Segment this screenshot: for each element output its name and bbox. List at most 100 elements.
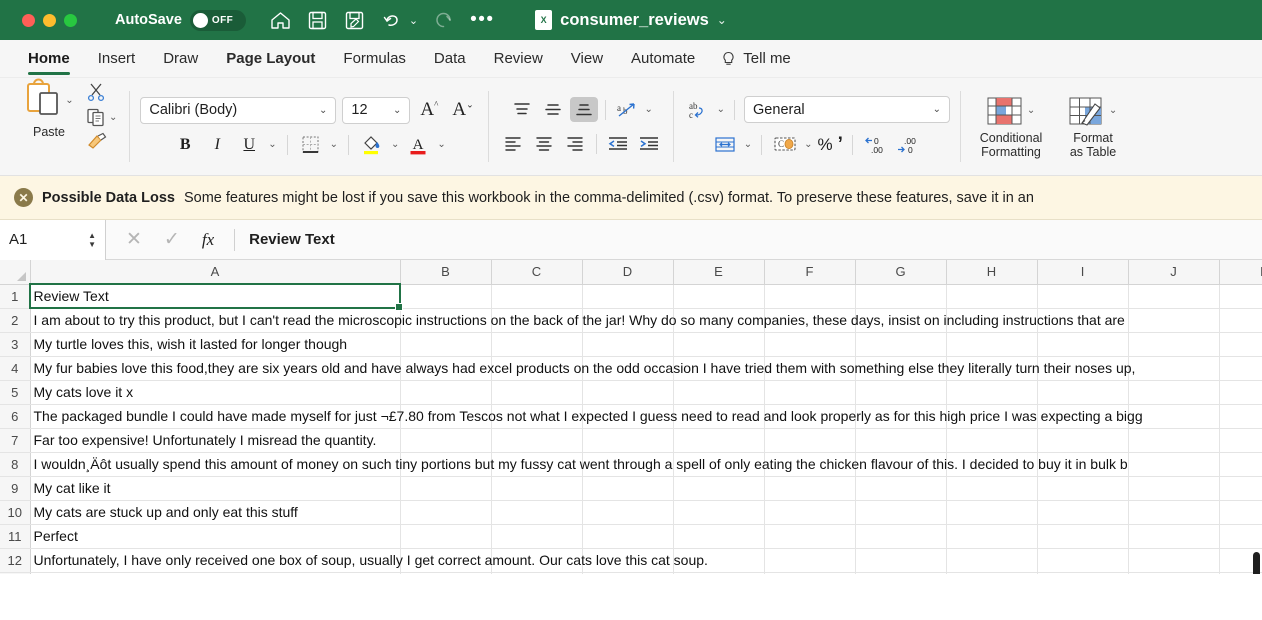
- save-as-icon[interactable]: [344, 9, 366, 31]
- format-painter-button[interactable]: [86, 132, 117, 150]
- more-options-icon[interactable]: •••: [470, 10, 494, 29]
- decrease-indent-button[interactable]: [604, 131, 632, 156]
- row-header-9[interactable]: 9: [0, 476, 31, 501]
- cell-B5[interactable]: [400, 380, 492, 405]
- name-box-spinner-icon[interactable]: ▲ ▼: [88, 231, 96, 248]
- cell-B10[interactable]: [400, 500, 492, 525]
- cell-K11[interactable]: [1219, 524, 1262, 549]
- document-menu-caret-icon[interactable]: ⌄: [717, 13, 727, 27]
- autosave-toggle[interactable]: OFF: [189, 9, 246, 31]
- cut-button[interactable]: [86, 82, 117, 102]
- formula-bar-value[interactable]: Review Text: [235, 231, 335, 248]
- cell-I3[interactable]: [1037, 332, 1129, 357]
- cell-E9[interactable]: [673, 476, 765, 501]
- row-header-10[interactable]: 10: [0, 500, 31, 525]
- column-header-k[interactable]: K: [1219, 260, 1262, 285]
- tell-me-search[interactable]: Tell me: [709, 50, 791, 67]
- align-center-button[interactable]: [530, 131, 558, 156]
- column-header-j[interactable]: J: [1128, 260, 1220, 285]
- cell-J4[interactable]: [1128, 356, 1220, 381]
- save-icon[interactable]: [307, 9, 329, 31]
- tab-page-layout[interactable]: Page Layout: [212, 40, 329, 78]
- cell-H11[interactable]: [946, 524, 1038, 549]
- accounting-format-button[interactable]: C: [771, 132, 799, 157]
- underline-dropdown-caret-icon[interactable]: ⌄: [268, 139, 276, 150]
- cell-H5[interactable]: [946, 380, 1038, 405]
- cell-D11[interactable]: [582, 524, 674, 549]
- align-bottom-button[interactable]: [570, 97, 599, 122]
- cell-J2[interactable]: [1128, 308, 1220, 333]
- underline-button[interactable]: U: [236, 133, 262, 157]
- cell-B1[interactable]: [400, 284, 492, 309]
- column-header-d[interactable]: D: [582, 260, 674, 285]
- paste-button[interactable]: ⌄ Paste: [14, 78, 84, 139]
- cell-A2[interactable]: I am about to try this product, but I ca…: [30, 308, 1125, 333]
- merge-and-center-button[interactable]: [711, 132, 739, 157]
- cell-C10[interactable]: [491, 500, 583, 525]
- cell-K2[interactable]: [1219, 308, 1262, 333]
- close-window-button[interactable]: [22, 13, 35, 27]
- cell-C1[interactable]: [491, 284, 583, 309]
- text-orientation-button[interactable]: a b: [613, 97, 641, 122]
- cell-G3[interactable]: [855, 332, 947, 357]
- tab-review[interactable]: Review: [480, 40, 557, 78]
- cell-C5[interactable]: [491, 380, 583, 405]
- cell-B7[interactable]: [400, 428, 492, 453]
- bold-button[interactable]: B: [172, 133, 198, 157]
- paste-dropdown-caret-icon[interactable]: ⌄: [65, 95, 73, 106]
- row-header-11[interactable]: 11: [0, 524, 31, 549]
- row-header-1[interactable]: 1: [0, 284, 31, 309]
- fill-color-button[interactable]: [359, 133, 385, 157]
- cell-B9[interactable]: [400, 476, 492, 501]
- align-middle-button[interactable]: [539, 97, 567, 122]
- cell-E10[interactable]: [673, 500, 765, 525]
- tab-formulas[interactable]: Formulas: [329, 40, 420, 78]
- cell-B3[interactable]: [400, 332, 492, 357]
- align-top-button[interactable]: [508, 97, 536, 122]
- cell-A5[interactable]: My cats love it x: [30, 380, 401, 405]
- cell-D7[interactable]: [582, 428, 674, 453]
- cell-E5[interactable]: [673, 380, 765, 405]
- cell-D5[interactable]: [582, 380, 674, 405]
- increase-decimal-button[interactable]: .00 0: [895, 132, 923, 157]
- wrap-text-button[interactable]: ab c: [684, 97, 712, 122]
- cell-B11[interactable]: [400, 524, 492, 549]
- tab-draw[interactable]: Draw: [149, 40, 212, 78]
- column-header-g[interactable]: G: [855, 260, 947, 285]
- cell-F1[interactable]: [764, 284, 856, 309]
- cell-K4[interactable]: [1219, 356, 1262, 381]
- cell-I7[interactable]: [1037, 428, 1129, 453]
- fx-icon[interactable]: fx: [202, 230, 214, 250]
- cell-K5[interactable]: [1219, 380, 1262, 405]
- cell-K6[interactable]: [1219, 404, 1262, 429]
- cell-A6[interactable]: The packaged bundle I could have made my…: [30, 404, 1143, 429]
- column-header-c[interactable]: C: [491, 260, 583, 285]
- cell-A1[interactable]: Review Text: [29, 283, 402, 310]
- cell-I1[interactable]: [1037, 284, 1129, 309]
- cell-K10[interactable]: [1219, 500, 1262, 525]
- cell-E3[interactable]: [673, 332, 765, 357]
- minimize-window-button[interactable]: [43, 13, 56, 27]
- column-header-b[interactable]: B: [400, 260, 492, 285]
- fill-color-dropdown-caret-icon[interactable]: ⌄: [391, 139, 399, 150]
- document-name[interactable]: consumer_reviews: [560, 11, 709, 30]
- close-circle-icon[interactable]: ✕: [14, 188, 33, 207]
- cell-I11[interactable]: [1037, 524, 1129, 549]
- cell-D9[interactable]: [582, 476, 674, 501]
- font-name-combobox[interactable]: Calibri (Body) ⌄: [140, 96, 337, 124]
- confirm-icon[interactable]: ✓: [164, 228, 180, 251]
- cell-I5[interactable]: [1037, 380, 1129, 405]
- cell-H1[interactable]: [946, 284, 1038, 309]
- undo-icon[interactable]: [381, 9, 403, 31]
- cell-F3[interactable]: [764, 332, 856, 357]
- name-box[interactable]: A1 ▲ ▼: [0, 219, 106, 260]
- cell-C7[interactable]: [491, 428, 583, 453]
- home-icon[interactable]: [270, 9, 292, 31]
- spreadsheet-grid[interactable]: ABCDEFGHIJKLMN 1Review Text2I am about t…: [0, 260, 1262, 608]
- cell-H9[interactable]: [946, 476, 1038, 501]
- cell-H3[interactable]: [946, 332, 1038, 357]
- autosave-control[interactable]: AutoSave OFF: [115, 9, 246, 31]
- row-header-2[interactable]: 2: [0, 308, 31, 333]
- cell-H7[interactable]: [946, 428, 1038, 453]
- cancel-icon[interactable]: ✕: [126, 228, 142, 251]
